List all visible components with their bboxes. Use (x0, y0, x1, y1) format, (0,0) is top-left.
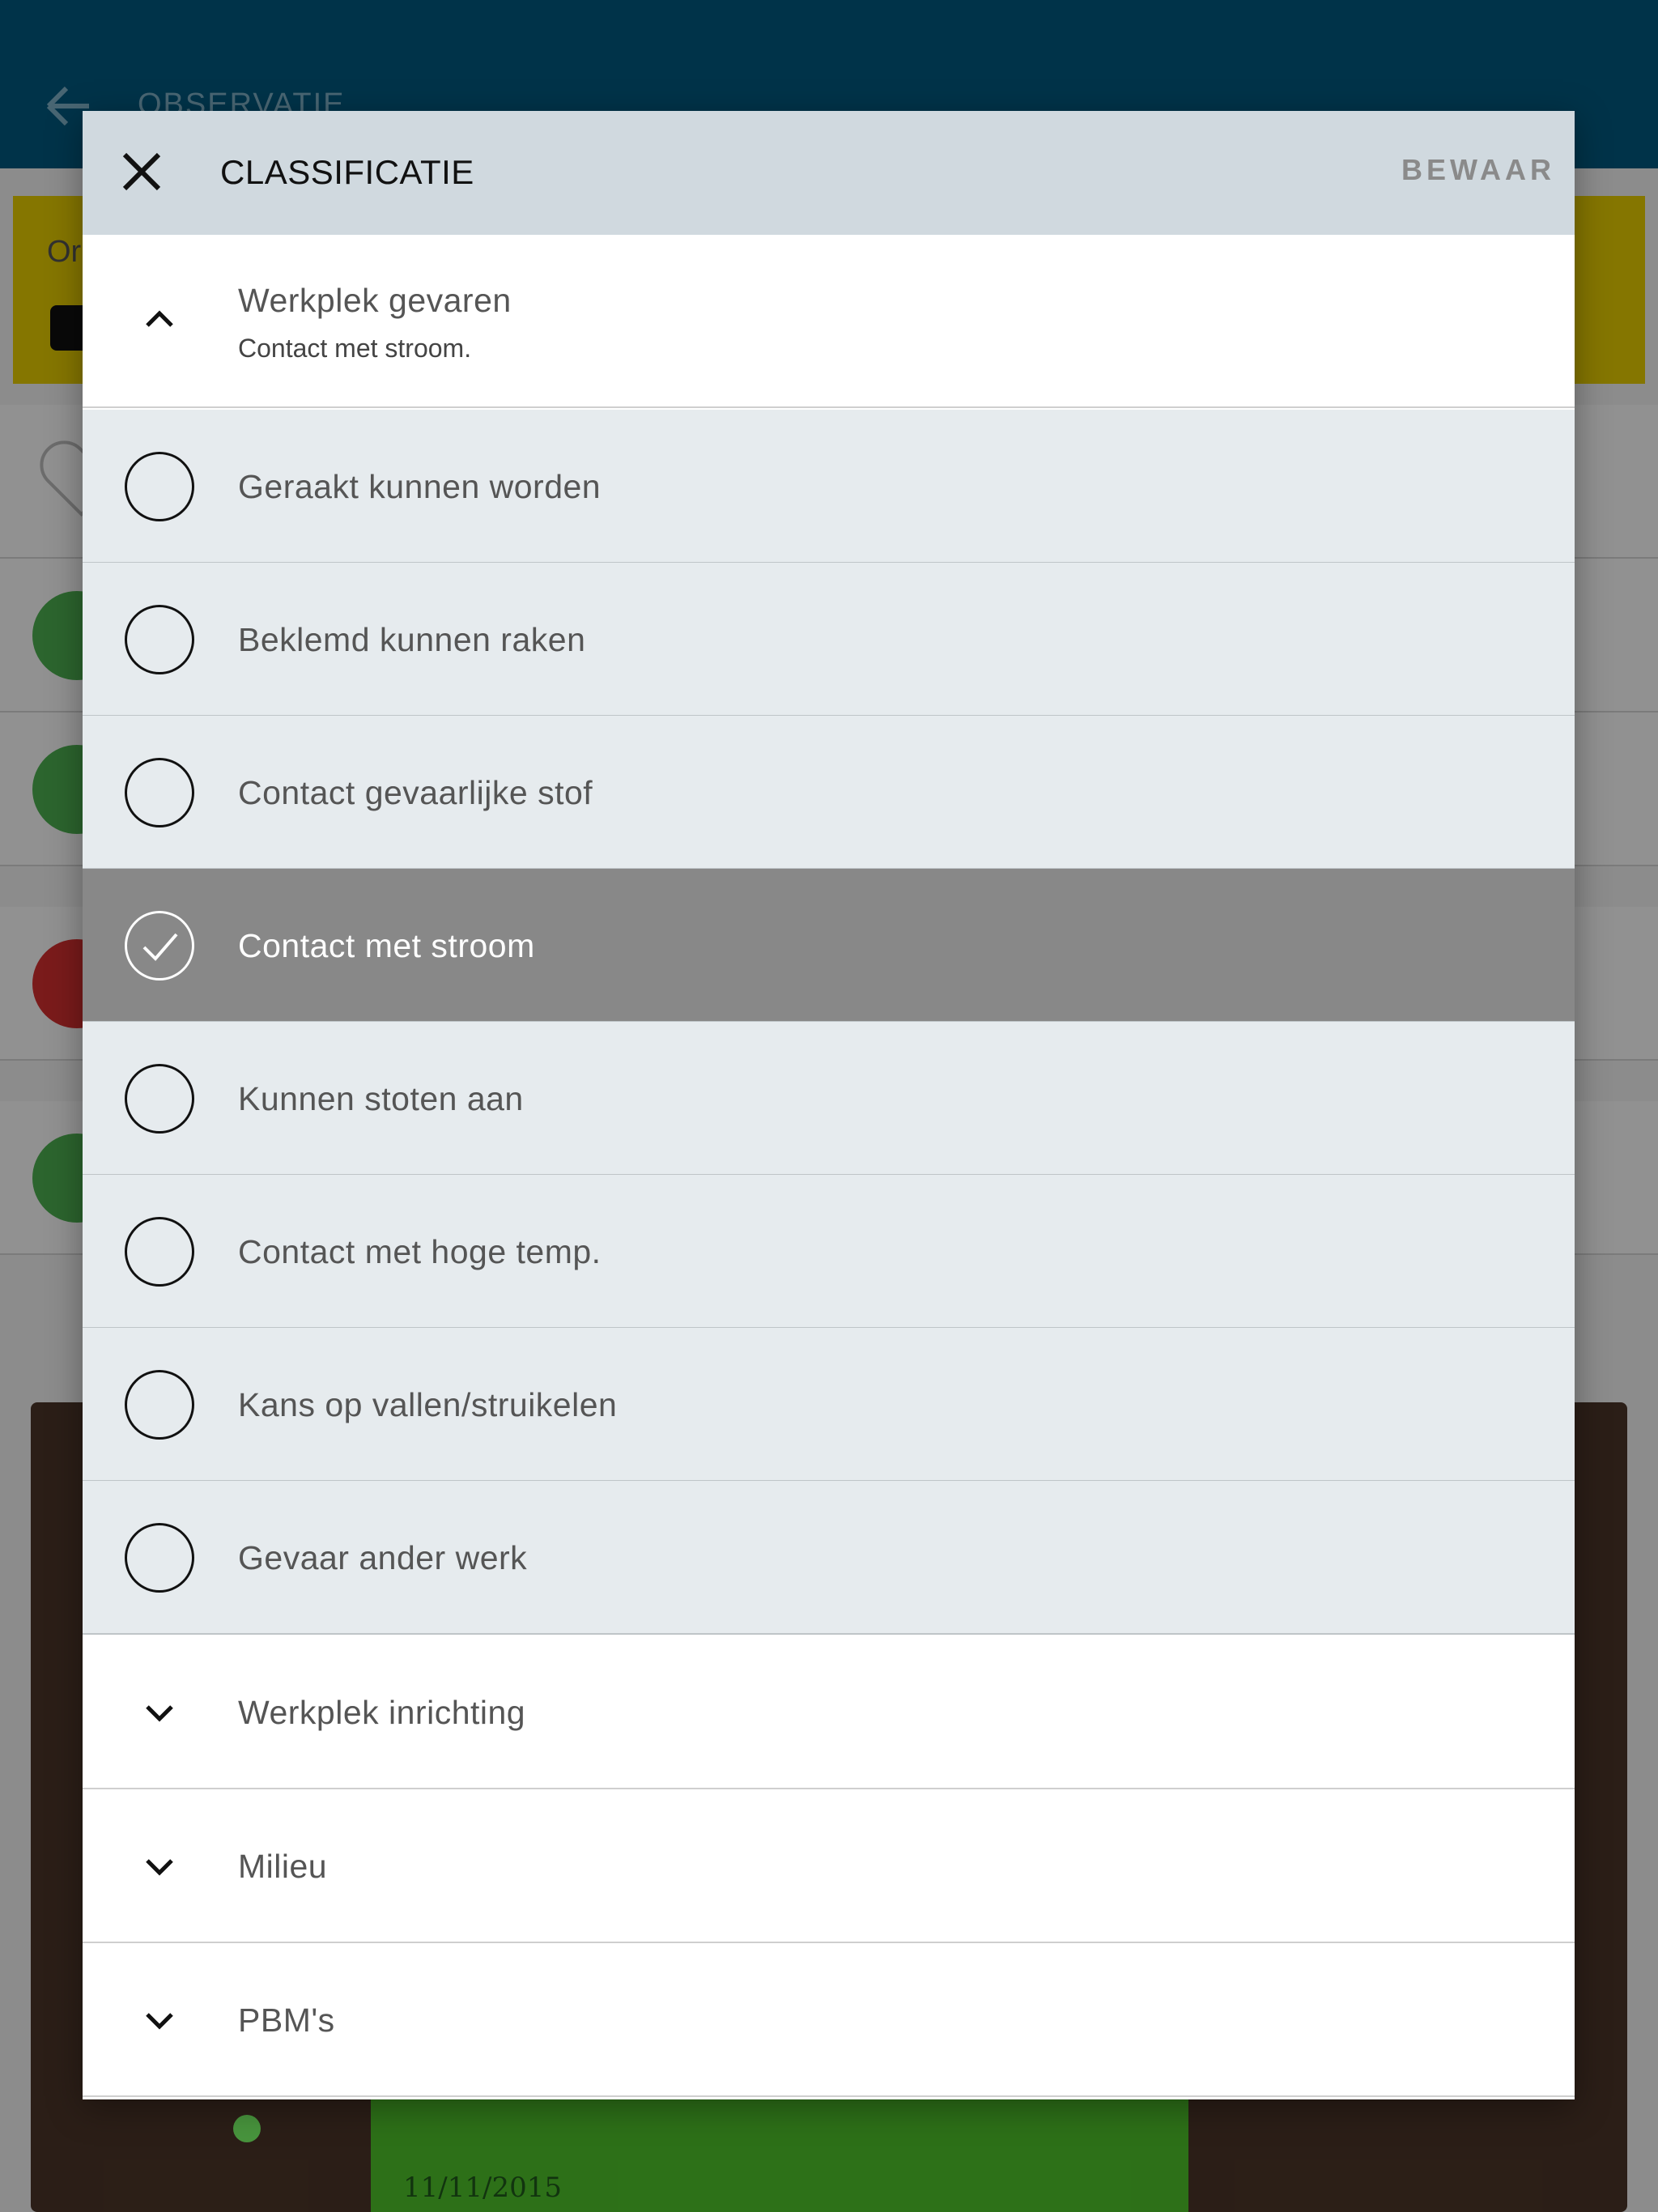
chevron-down-icon (139, 2000, 180, 2040)
radio-button-checked[interactable] (125, 911, 194, 981)
option-label: Beklemd kunnen raken (238, 621, 586, 658)
category-label: PBM's (238, 2001, 335, 2039)
option-item[interactable]: Gevaar ander werk (83, 1481, 1575, 1635)
option-label: Gevaar ander werk (238, 1539, 528, 1576)
chevron-down-icon (139, 1692, 180, 1733)
radio-button[interactable] (125, 1217, 194, 1287)
option-item-selected[interactable]: Contact met stroom (83, 869, 1575, 1023)
radio-button[interactable] (125, 452, 194, 521)
radio-button[interactable] (125, 1523, 194, 1593)
chevron-up-icon (139, 300, 180, 340)
option-item[interactable]: Contact met hoge temp. (83, 1175, 1575, 1329)
category-selection-summary: Contact met stroom. (238, 334, 472, 363)
option-item[interactable]: Kunnen stoten aan (83, 1022, 1575, 1176)
option-item[interactable]: Kans op vallen/struikelen (83, 1328, 1575, 1482)
category-header-collapsed[interactable]: PBM's (83, 1943, 1575, 2097)
option-label: Kunnen stoten aan (238, 1080, 524, 1117)
category-label: Werkplek gevaren (238, 282, 512, 319)
radio-button[interactable] (125, 1370, 194, 1440)
option-label: Contact met stroom (238, 927, 535, 964)
close-icon (122, 152, 161, 191)
radio-button[interactable] (125, 605, 194, 674)
category-label: Milieu (238, 1848, 328, 1885)
option-item[interactable]: Contact gevaarlijke stof (83, 716, 1575, 870)
dialog-title: CLASSIFICATIE (220, 153, 474, 191)
radio-button[interactable] (125, 758, 194, 827)
option-item[interactable]: Beklemd kunnen raken (83, 563, 1575, 717)
option-item[interactable]: Geraakt kunnen worden (83, 410, 1575, 564)
category-header-collapsed[interactable]: Werkplek inrichting (83, 1636, 1575, 1789)
checkmark-icon (142, 933, 178, 961)
save-button[interactable]: BEWAAR (1401, 153, 1555, 187)
category-header-expanded[interactable]: Werkplek gevaren Contact met stroom. (83, 235, 1575, 408)
option-label: Contact gevaarlijke stof (238, 774, 593, 811)
radio-button[interactable] (125, 1064, 194, 1134)
classification-dialog: CLASSIFICATIE BEWAAR Werkplek gevaren Co… (83, 111, 1575, 2099)
option-label: Geraakt kunnen worden (238, 468, 602, 505)
option-label: Kans op vallen/struikelen (238, 1386, 618, 1423)
option-label: Contact met hoge temp. (238, 1233, 602, 1270)
category-header-collapsed[interactable]: Milieu (83, 1789, 1575, 1943)
category-label: Werkplek inrichting (238, 1694, 526, 1731)
dialog-header: CLASSIFICATIE BEWAAR (83, 111, 1575, 235)
close-button[interactable] (113, 143, 170, 200)
chevron-down-icon (139, 1846, 180, 1887)
